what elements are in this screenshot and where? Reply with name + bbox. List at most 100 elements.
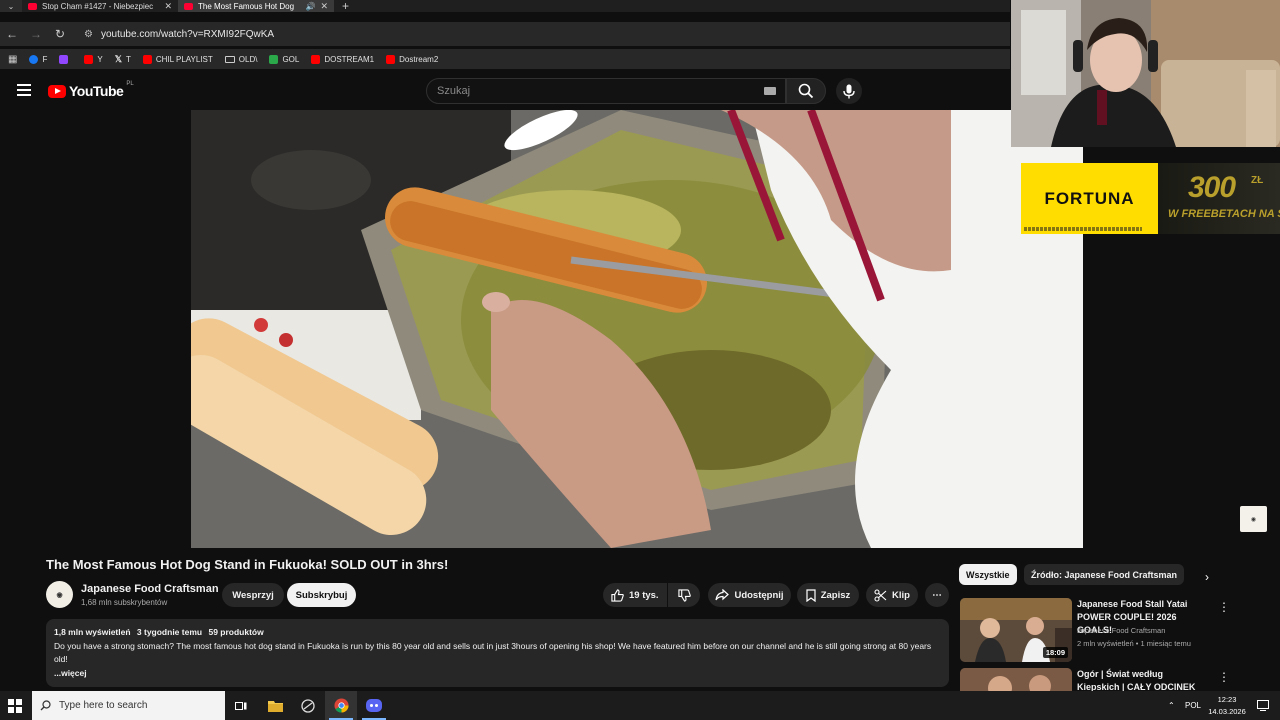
taskbar-search-input[interactable]: Type here to search [32,691,225,720]
menu-hamburger-icon[interactable] [17,84,31,99]
forward-arrow-icon[interactable]: → [24,27,48,41]
site-info-icon[interactable]: ⚙ [84,29,93,40]
task-view-icon[interactable] [225,691,257,720]
keyboard-icon[interactable] [764,87,776,95]
clock-date: 14.03.2026 [1208,707,1246,716]
recommended-meta: 2 mln wyświetleń • 1 miesiąc temu [1077,639,1191,648]
sponsor-banner: FORTUNA 300 ZŁ W FREEBETACH NA START [1021,163,1280,234]
chevron-right-icon[interactable]: › [1205,570,1209,584]
apps-grid-icon[interactable]: ▦ [8,54,17,65]
bookmark-label: Dostream2 [399,54,439,64]
system-clock[interactable]: 12:23 14.03.2026 [1203,694,1251,718]
bookmark-label: GOL [282,54,300,64]
youtube-masthead: YouTube PL Szukaj [0,72,1010,110]
bookmark-folder[interactable]: OLD\ [224,55,257,64]
bookmark-item[interactable]: DOSTREAM1 [311,54,375,64]
more-vertical-icon[interactable]: ⋮ [1218,600,1230,614]
speaker-icon[interactable]: 🔊 [305,2,315,11]
video-thumbnail[interactable]: 18:09 [960,598,1072,662]
chrome-icon[interactable] [325,691,357,720]
browser-tab-2[interactable]: The Most Famous Hot Dog 🔊 ✕ [178,0,334,12]
recommended-title[interactable]: Ogór | Świat według Kiepskich | CAŁY ODC… [1077,668,1207,691]
new-tab-plus-icon[interactable]: + [342,0,349,13]
close-tab-icon[interactable]: ✕ [320,1,328,12]
bookmark-item[interactable] [59,54,72,64]
recommended-channel[interactable]: Japanese Food Craftsman [1077,626,1165,635]
voice-search-button[interactable] [836,78,862,104]
show-more-link[interactable]: ...więcej [54,667,941,681]
bookmark-item[interactable]: Dostream2 [386,54,439,64]
chef-logo-icon: ◉ [56,591,63,599]
more-actions-button[interactable]: ⋯ [925,583,949,607]
close-tab-icon[interactable]: ✕ [164,1,172,12]
channel-avatar[interactable]: ◉ [46,581,73,608]
save-button[interactable]: Zapisz [797,583,859,607]
input-language[interactable]: POL [1185,691,1201,720]
bookmark-item[interactable]: GOL [269,54,300,64]
sponsor-brand: FORTUNA [1044,188,1135,208]
description-text: Do you have a strong stomach? The most f… [54,640,932,665]
search-button[interactable] [786,78,826,104]
chef-logo-icon: ◉ [1250,516,1257,523]
windows-taskbar: Type here to search ⌃ POL 12:23 14.03.20… [0,691,1280,720]
recommended-video[interactable]: Ogór | Świat według Kiepskich | CAŁY ODC… [960,668,1260,691]
share-button[interactable]: Udostępnij [708,583,791,607]
notification-icon[interactable] [1257,691,1269,720]
video-frame-image [191,110,1083,548]
description-box[interactable]: 1,8 mln wyświetleń 3 tygodnie temu 59 pr… [46,619,949,687]
video-thumbnail[interactable] [960,668,1072,691]
bookmark-item[interactable]: F [29,54,47,64]
sponsor-offer-panel: 300 ZŁ W FREEBETACH NA START [1158,163,1280,234]
youtube-wordmark: YouTube [69,83,124,99]
discord-icon[interactable] [358,691,390,720]
youtube-icon [386,54,396,64]
sponsor-tagline: W FREEBETACH NA START [1168,208,1280,220]
clip-button[interactable]: Klip [866,583,918,607]
support-button[interactable]: Wesprzyj [222,583,284,607]
streamer-webcam-overlay [1011,0,1280,147]
bookmarks-bar: ▦ F Y 𝕏T CHIL PLAYLIST OLD\ GOL DOSTREAM… [0,49,1010,69]
video-player[interactable] [191,110,1083,548]
bookmark-item[interactable]: Y [84,54,103,64]
file-explorer-icon[interactable] [259,691,291,720]
tray-overflow-chevron-icon[interactable]: ⌃ [1168,691,1175,720]
clip-label: Klip [892,589,910,601]
video-title: The Most Famous Hot Dog Stand in Fukuoka… [46,557,449,572]
reload-icon[interactable]: ↻ [48,27,72,41]
subscribe-button[interactable]: Subskrybuj [287,583,356,607]
bookmark-item[interactable]: CHIL PLAYLIST [142,54,213,64]
scissors-icon [874,588,887,602]
webcam-image [1011,0,1280,147]
like-count: 19 tys. [629,589,659,601]
thumbs-down-icon [677,588,691,602]
search-placeholder: Szukaj [437,85,471,97]
more-vertical-icon[interactable]: ⋮ [1218,670,1230,684]
dislike-button[interactable] [668,583,700,607]
youtube-favicon-icon [28,2,37,10]
tab-search-chevron-icon[interactable]: ⌄ [0,0,22,12]
video-duration: 18:09 [1042,647,1068,658]
back-arrow-icon[interactable]: ← [0,27,24,41]
chip-source-channel[interactable]: Źródło: Japanese Food Craftsman [1024,564,1185,585]
windows-start-icon[interactable] [8,699,22,713]
bookmark-label: DOSTREAM1 [324,54,375,64]
share-arrow-icon [715,589,730,601]
app-icon[interactable] [292,691,324,720]
search-input[interactable]: Szukaj [426,78,786,104]
channel-watermark[interactable]: ◉ [1240,506,1267,532]
subscriber-count: 1,68 mln subskrybentów [81,598,168,607]
address-bar[interactable]: ⚙ youtube.com/watch?v=RXMI92FQwKA [78,24,1008,44]
upload-age: 3 tygodnie temu [136,627,203,637]
url-text: youtube.com/watch?v=RXMI92FQwKA [100,28,275,40]
bookmark-label: T [125,54,131,64]
recommended-video[interactable]: 18:09 Japanese Food Stall Yatai POWER CO… [960,598,1260,664]
bookmark-item[interactable]: 𝕏T [115,54,131,65]
bookmark-label: Y [97,54,103,64]
like-button[interactable]: 19 tys. [603,583,667,607]
channel-name[interactable]: Japanese Food Craftsman [81,583,219,595]
browser-tab-title: Stop Cham #1427 - Niebezpiec [42,1,154,11]
youtube-icon [142,54,152,64]
youtube-logo[interactable]: YouTube PL [48,81,134,99]
browser-tab-1[interactable]: Stop Cham #1427 - Niebezpiec ✕ [22,0,178,12]
chip-all[interactable]: Wszystkie [959,564,1017,585]
